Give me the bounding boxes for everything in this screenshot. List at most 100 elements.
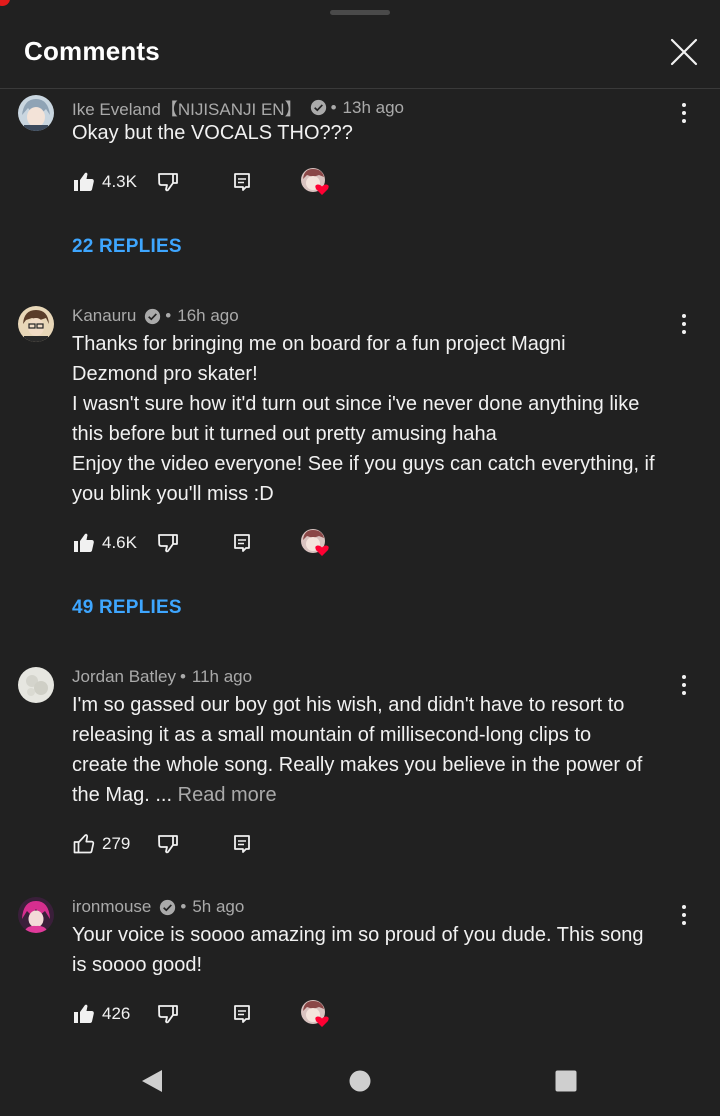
comments-header: Comments bbox=[0, 20, 720, 89]
nav-back-button[interactable] bbox=[140, 1068, 164, 1094]
comment-actions: 4.3K bbox=[72, 167, 372, 197]
comment-line: Thanks for bringing me on board for a fu… bbox=[72, 333, 566, 355]
reply-icon bbox=[234, 1005, 250, 1023]
comment-meta: Ike Eveland【NIJISANJI EN】 • 13h ago bbox=[72, 95, 404, 120]
comment-actions: 279 bbox=[72, 829, 372, 859]
comment-line: Your voice is soooo amazing im so proud … bbox=[72, 924, 644, 946]
comment-line: create the whole song. Really makes you … bbox=[72, 754, 643, 776]
nav-recents-button[interactable] bbox=[555, 1070, 577, 1092]
comment-line: I wasn't sure how it'd turn out since i'… bbox=[72, 393, 640, 415]
avatar-image bbox=[18, 306, 54, 342]
like-count: 279 bbox=[102, 834, 131, 853]
avatar-image bbox=[18, 95, 54, 131]
comment-line-text: the Mag. ... bbox=[72, 784, 173, 806]
like-button[interactable]: 4.3K bbox=[72, 167, 137, 197]
dislike-button[interactable] bbox=[156, 832, 180, 856]
verified-check-icon bbox=[145, 308, 161, 324]
comment-time[interactable]: 13h ago bbox=[343, 98, 404, 118]
comment-author[interactable]: Jordan Batley bbox=[72, 667, 176, 687]
comment-line: you blink you'll miss :D bbox=[72, 483, 274, 505]
comment-text: Okay but the VOCALS THO??? bbox=[72, 118, 682, 148]
reply-button[interactable] bbox=[230, 170, 254, 194]
comment-time[interactable]: 16h ago bbox=[177, 306, 238, 326]
verified-check-icon bbox=[160, 899, 176, 915]
like-button[interactable]: 279 bbox=[72, 829, 130, 859]
nav-home-icon bbox=[349, 1070, 371, 1092]
read-more-link[interactable]: Read more bbox=[178, 784, 277, 806]
like-count: 4.6K bbox=[102, 533, 137, 552]
comment-line: this before but it turned out pretty amu… bbox=[72, 423, 497, 445]
avatar[interactable] bbox=[18, 95, 54, 131]
nav-recents-icon bbox=[555, 1070, 577, 1092]
thumbs-up-outline-icon bbox=[73, 834, 95, 854]
nav-home-button[interactable] bbox=[349, 1070, 371, 1092]
reply-button[interactable] bbox=[230, 1002, 254, 1026]
comment-item: Ike Eveland【NIJISANJI EN】 • 13h ago Okay… bbox=[0, 95, 720, 275]
comment-meta: Jordan Batley • 11h ago bbox=[72, 667, 252, 687]
thumbs-up-icon bbox=[74, 533, 94, 552]
comment-time[interactable]: 5h ago bbox=[192, 897, 244, 917]
comment-text: Your voice is soooo amazing im so proud … bbox=[72, 920, 682, 980]
verified-check-icon bbox=[310, 99, 326, 116]
thumbs-up-icon bbox=[74, 172, 94, 191]
comment-line: I'm so gassed our boy got his wish, and … bbox=[72, 694, 625, 716]
reply-icon bbox=[234, 534, 250, 552]
meta-separator: • bbox=[165, 306, 172, 325]
thumbs-down-icon bbox=[158, 173, 178, 192]
avatar[interactable] bbox=[18, 306, 54, 342]
comment-line: is soooo good! bbox=[72, 954, 203, 976]
creator-heart-badge bbox=[300, 167, 332, 197]
reply-icon bbox=[234, 173, 250, 191]
comment-line: the Mag. ... Read more bbox=[72, 780, 682, 810]
thumbs-down-icon bbox=[158, 1005, 178, 1024]
page-title: Comments bbox=[24, 36, 160, 66]
comment-author[interactable]: Ike Eveland【NIJISANJI EN】 bbox=[72, 95, 302, 120]
comment-line: releasing it as a small mountain of mill… bbox=[72, 724, 592, 746]
comment-time[interactable]: 11h ago bbox=[192, 667, 252, 687]
dislike-button[interactable] bbox=[156, 170, 180, 194]
avatar-image bbox=[18, 897, 54, 933]
comment-text: Thanks for bringing me on board for a fu… bbox=[72, 329, 682, 509]
comment-line: Dezmond pro skater! bbox=[72, 363, 258, 385]
creator-heart-icon bbox=[301, 1000, 329, 1027]
comment-line: Enjoy the video everyone! See if you guy… bbox=[72, 453, 655, 475]
comment-item: ironmouse • 5h ago Your voice is soooo a… bbox=[0, 897, 720, 1037]
creator-heart-badge bbox=[300, 999, 332, 1029]
comment-item: Kanauru • 16h ago Thanks for bringing me… bbox=[0, 306, 720, 636]
view-replies-link[interactable]: 22 REPLIES bbox=[72, 236, 182, 258]
notification-dot bbox=[0, 0, 10, 6]
meta-separator: • bbox=[180, 897, 187, 916]
view-replies-link[interactable]: 49 REPLIES bbox=[72, 597, 182, 619]
dislike-button[interactable] bbox=[156, 531, 180, 555]
like-button[interactable]: 4.6K bbox=[72, 528, 137, 558]
comment-author[interactable]: Kanauru bbox=[72, 306, 136, 326]
comment-actions: 426 bbox=[72, 999, 372, 1029]
like-count: 426 bbox=[102, 1004, 131, 1023]
meta-separator: • bbox=[330, 97, 337, 117]
avatar[interactable] bbox=[18, 667, 54, 703]
comment-line: Okay but the VOCALS THO??? bbox=[72, 122, 353, 144]
comment-meta: ironmouse • 5h ago bbox=[72, 897, 244, 917]
nav-back-icon bbox=[142, 1070, 162, 1092]
avatar[interactable] bbox=[18, 897, 54, 933]
close-icon bbox=[670, 38, 698, 66]
dislike-button[interactable] bbox=[156, 1002, 180, 1026]
like-count: 4.3K bbox=[102, 172, 137, 191]
creator-heart-icon bbox=[301, 168, 329, 195]
avatar-image bbox=[18, 667, 54, 703]
comment-text: I'm so gassed our boy got his wish, and … bbox=[72, 690, 682, 810]
comment-item: Jordan Batley • 11h ago I'm so gassed ou… bbox=[0, 667, 720, 867]
comment-author[interactable]: ironmouse bbox=[72, 897, 151, 917]
thumbs-down-icon bbox=[158, 534, 178, 553]
reply-button[interactable] bbox=[230, 832, 254, 856]
close-button[interactable] bbox=[666, 34, 702, 70]
reply-icon bbox=[234, 835, 250, 853]
system-navigation-bar bbox=[0, 1046, 720, 1116]
creator-heart-icon bbox=[301, 529, 329, 556]
comment-meta: Kanauru • 16h ago bbox=[72, 306, 239, 326]
sheet-drag-handle[interactable] bbox=[330, 10, 390, 15]
comment-actions: 4.6K bbox=[72, 528, 372, 558]
creator-heart-badge bbox=[300, 528, 332, 558]
like-button[interactable]: 426 bbox=[72, 999, 130, 1029]
reply-button[interactable] bbox=[230, 531, 254, 555]
